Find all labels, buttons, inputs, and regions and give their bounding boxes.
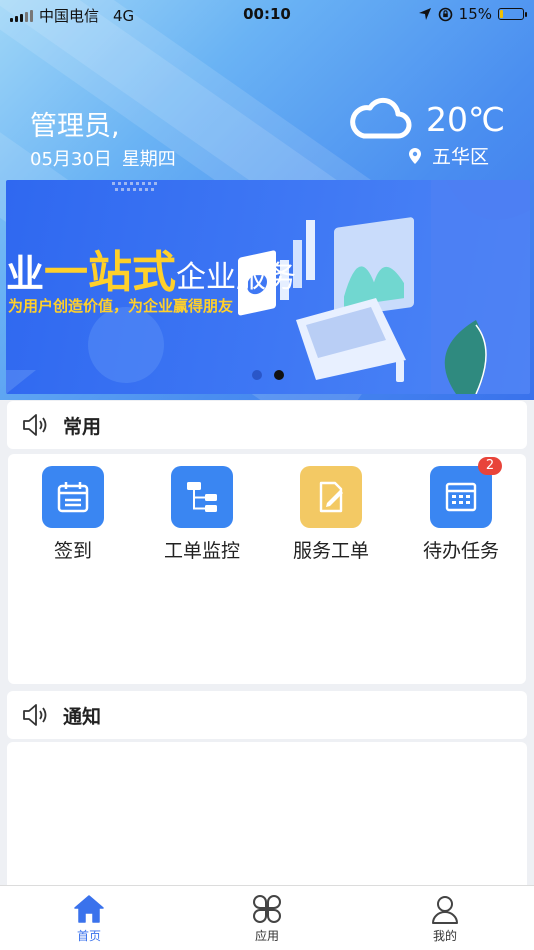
notice-section-title: 通知 (63, 705, 102, 728)
app-service-work-order[interactable]: 服务工单 (276, 466, 386, 563)
temperature: 20℃ (426, 100, 506, 139)
todo-badge: 2 (478, 457, 502, 475)
banner-dot-2[interactable] (274, 370, 284, 380)
tab-home[interactable]: 首页 (0, 886, 178, 950)
tab-apps[interactable]: 应用 (178, 886, 356, 950)
location[interactable]: 五华区 (408, 142, 489, 169)
home-icon (74, 895, 104, 923)
app-sign-in[interactable]: 签到 (18, 466, 128, 563)
app-label: 签到 (53, 540, 92, 562)
location-text: 五华区 (432, 146, 490, 168)
user-icon (432, 896, 458, 924)
banner-title-prefix: 业 (6, 252, 45, 296)
notice-section-header: 通知 (7, 691, 527, 739)
calendar-icon (42, 466, 104, 528)
tab-label: 首页 (76, 929, 101, 943)
app-todo-tasks[interactable]: 2 待办任务 (406, 457, 516, 563)
common-section-header: 常用 (7, 401, 527, 449)
tree-structure-icon (171, 466, 233, 528)
promo-banner[interactable]: 业一站式企业服务 为用户创造价值，为企业赢得朋友 (6, 180, 530, 394)
battery-icon (498, 8, 527, 20)
banner-pagination[interactable] (252, 370, 284, 380)
app-work-order-monitor[interactable]: 工单监控 (147, 466, 257, 563)
speaker-icon (23, 704, 47, 726)
banner-subtitle: 为用户创造价值，为企业赢得朋友 (8, 297, 234, 315)
date-text: 05月30日 (30, 149, 112, 170)
edit-document-icon (300, 466, 362, 528)
weekday-text: 星期四 (121, 149, 176, 170)
tab-label: 我的 (432, 929, 457, 943)
banner-dot-1[interactable] (252, 370, 262, 380)
banner-title-rest: 企业服务 (176, 260, 297, 295)
apps-grid-icon (253, 895, 281, 923)
greeting-text: 管理员, (30, 111, 120, 142)
banner-title: 业一站式企业服务 (6, 236, 296, 300)
table-grid-icon: 2 (430, 457, 502, 528)
common-apps-card: 签到 工单监控 服务工单 2 待办任务 (8, 454, 526, 684)
tab-label: 应用 (254, 929, 279, 943)
banner-title-highlight: 一站式 (44, 247, 177, 298)
status-bar: 中国电信 4G 00:10 15% (0, 0, 534, 28)
app-label: 工单监控 (163, 540, 240, 562)
app-label: 待办任务 (422, 540, 499, 562)
tab-bar: 首页 应用 我的 (0, 885, 534, 950)
speaker-icon (23, 414, 47, 436)
tab-mine[interactable]: 我的 (356, 886, 534, 950)
orientation-lock-icon (438, 7, 452, 21)
common-section-title: 常用 (63, 415, 102, 438)
notice-list (7, 742, 527, 892)
battery-percent: 15% (458, 5, 492, 23)
cloud-icon (350, 97, 412, 139)
app-label: 服务工单 (292, 540, 369, 562)
location-arrow-icon (418, 8, 431, 20)
location-pin-icon (409, 147, 421, 164)
date-line: 05月30日 星期四 (30, 145, 176, 171)
